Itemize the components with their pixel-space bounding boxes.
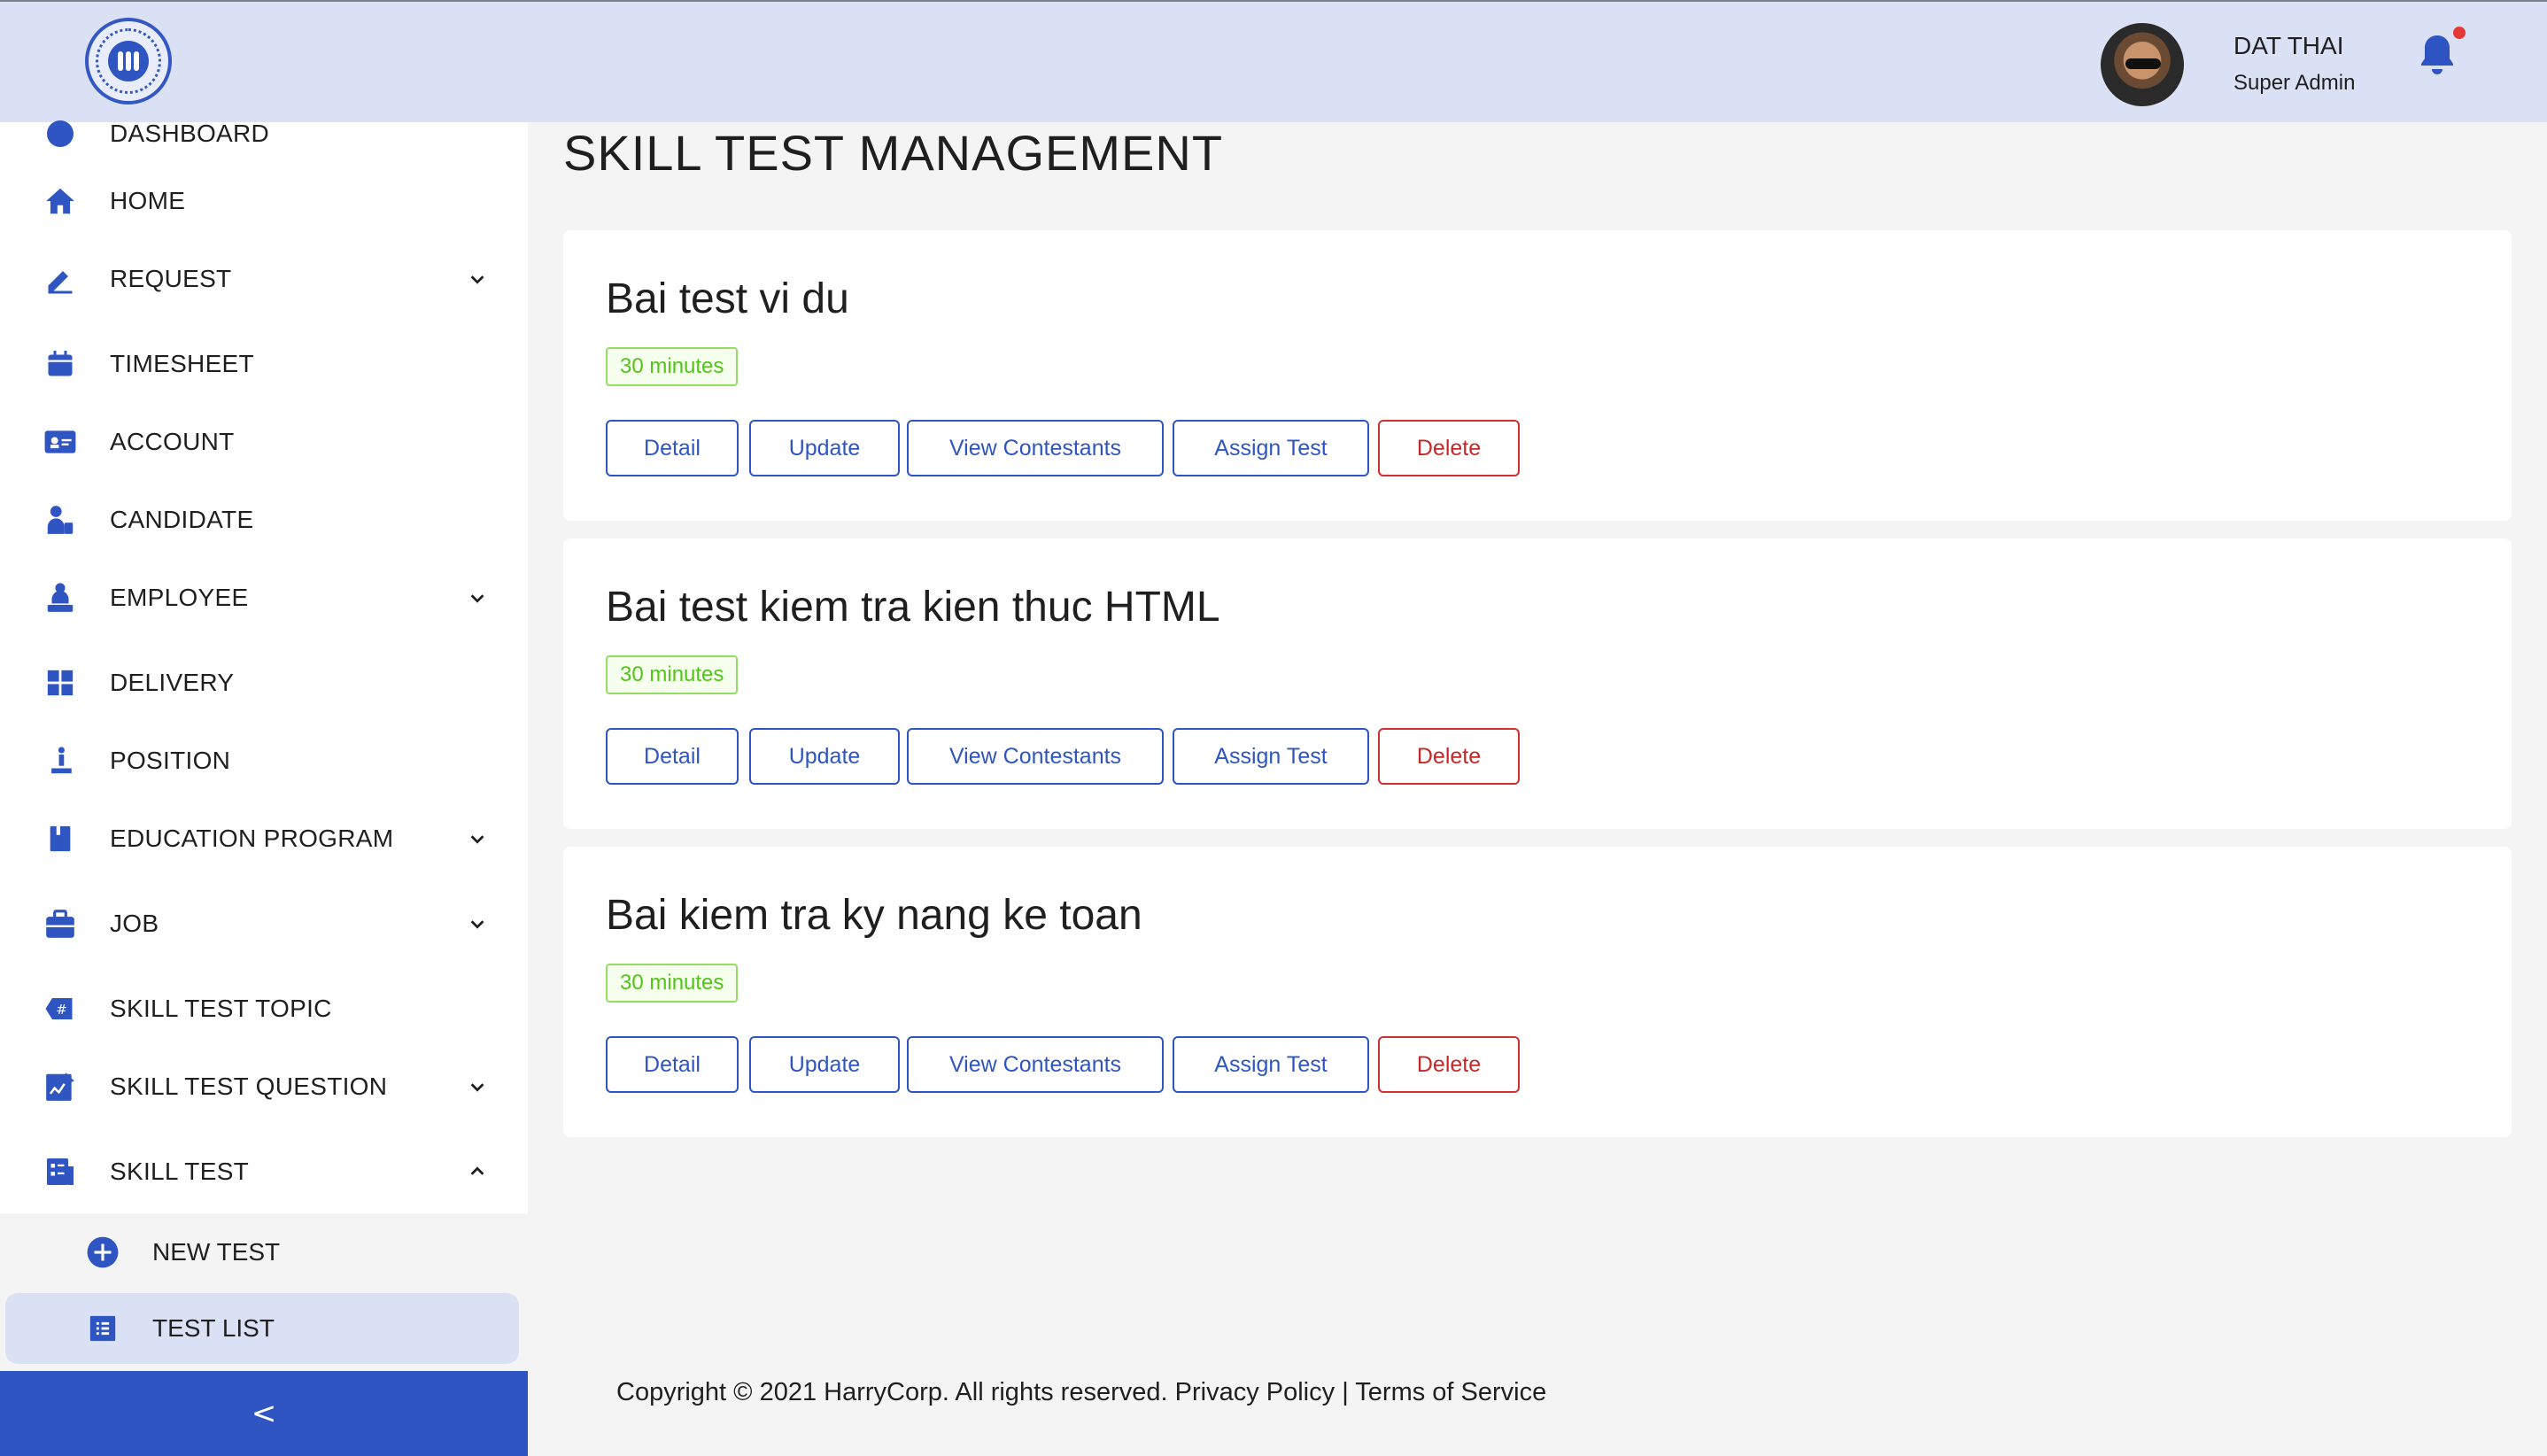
sidebar-item-skill-test-question[interactable]: SKILL TEST QUESTION [0,1056,528,1118]
notification-dot [2453,27,2466,39]
copyright-text: Copyright © 2021 HarryCorp. All rights r… [616,1378,1168,1406]
update-button[interactable]: Update [749,728,900,785]
briefcase-icon [43,906,78,941]
sidebar-item-skill-test[interactable]: SKILL TEST [0,1141,528,1203]
bell-icon[interactable] [2416,32,2458,81]
assign-test-button[interactable]: Assign Test [1173,1036,1369,1093]
employee-icon [43,580,78,616]
sidebar-item-education-program[interactable]: EDUCATION PROGRAM [0,808,528,870]
book-icon [43,821,78,856]
delete-button[interactable]: Delete [1378,420,1520,476]
sidebar-item-home[interactable]: HOME [0,170,528,232]
assign-test-button[interactable]: Assign Test [1173,728,1369,785]
logo-mark [108,41,149,81]
test-title: Bai kiem tra ky nang ke toan [606,892,1142,939]
sidebar-item-label: DELIVERY [110,669,235,696]
chevron-left-icon: < [251,1396,277,1431]
home-icon [43,183,78,219]
sidebar-item-label: SKILL TEST QUESTION [110,1073,388,1100]
user-role: Super Admin [2233,71,2356,95]
calendar-icon [43,346,78,382]
svg-text:#: # [56,1002,67,1018]
sidebar-item-label: JOB [110,910,159,937]
test-title: Bai test vi du [606,275,849,322]
duration-badge: 30 minutes [606,964,739,1003]
footer: Copyright © 2021 HarryCorp. All rights r… [616,1378,1546,1407]
detail-button[interactable]: Detail [606,1036,739,1093]
test-card: Bai test vi du 30 minutes Detail Update … [563,230,2512,521]
footer-separator: | [1342,1378,1349,1406]
id-card-icon [43,424,78,460]
sidebar-item-label: CANDIDATE [110,506,254,533]
chevron-down-icon[interactable] [464,1073,491,1100]
sidebar-item-label: ACCOUNT [110,428,235,455]
test-card: Bai test kiem tra kien thuc HTML 30 minu… [563,538,2512,829]
chevron-down-icon[interactable] [464,825,491,852]
list-icon [85,1311,120,1346]
sidebar-subitem-label: TEST LIST [152,1314,275,1342]
sidebar-collapse-button[interactable]: < [0,1371,528,1456]
sidebar-item-position[interactable]: POSITION [0,730,528,792]
sidebar-item-account[interactable]: ACCOUNT [0,411,528,473]
plus-circle-icon [85,1235,120,1270]
sidebar-item-label: EMPLOYEE [110,584,249,611]
view-contestants-button[interactable]: View Contestants [907,728,1164,785]
view-contestants-button[interactable]: View Contestants [907,1036,1164,1093]
sidebar-item-label: POSITION [110,747,231,774]
detail-button[interactable]: Detail [606,728,739,785]
assign-test-button[interactable]: Assign Test [1173,420,1369,476]
view-contestants-button[interactable]: View Contestants [907,420,1164,476]
sidebar-item-label: SKILL TEST [110,1158,250,1185]
position-icon [43,743,78,778]
sidebar-item-employee[interactable]: EMPLOYEE [0,567,528,629]
update-button[interactable]: Update [749,1036,900,1093]
company-logo[interactable] [85,18,172,105]
chevron-up-icon[interactable] [464,1158,491,1185]
sidebar-item-delivery[interactable]: DELIVERY [0,652,528,714]
terms-of-service-link[interactable]: Terms of Service [1355,1378,1546,1406]
sidebar-subitem-test-list[interactable]: TEST LIST [5,1293,519,1364]
sidebar-item-skill-test-topic[interactable]: # SKILL TEST TOPIC [0,978,528,1040]
sidebar-item-dashboard[interactable]: DASHBOARD [0,103,528,165]
sidebar-item-label: HOME [110,187,186,214]
privacy-policy-link[interactable]: Privacy Policy [1175,1378,1335,1406]
test-card: Bai kiem tra ky nang ke toan 30 minutes … [563,847,2512,1137]
duration-badge: 30 minutes [606,655,739,694]
chevron-down-icon[interactable] [464,266,491,292]
update-button[interactable]: Update [749,420,900,476]
test-title: Bai test kiem tra kien thuc HTML [606,584,1220,631]
sidebar-item-job[interactable]: JOB [0,893,528,955]
hashtag-icon: # [43,991,78,1026]
page-title: SKILL TEST MANAGEMENT [563,125,1224,181]
sidebar-item-timesheet[interactable]: TIMESHEET [0,333,528,395]
sidebar-subitem-label: NEW TEST [152,1238,281,1266]
grid-icon [43,665,78,701]
sidebar-item-label: EDUCATION PROGRAM [110,825,394,852]
user-name: DAT THAI [2233,32,2344,59]
chevron-down-icon[interactable] [464,585,491,611]
sidebar-item-label: SKILL TEST TOPIC [110,995,332,1022]
sidebar-item-candidate[interactable]: CANDIDATE [0,489,528,551]
sidebar-subitem-new-test[interactable]: NEW TEST [0,1217,528,1288]
sidebar-item-request[interactable]: REQUEST [0,248,528,310]
skill-test-submenu: NEW TEST TEST LIST [0,1213,528,1375]
detail-button[interactable]: Detail [606,420,739,476]
delete-button[interactable]: Delete [1378,728,1520,785]
sidebar-item-label: REQUEST [110,265,232,292]
sidebar-item-label: DASHBOARD [110,120,270,147]
candidate-icon [43,502,78,538]
user-avatar[interactable] [2101,23,2184,106]
question-doc-icon [43,1069,78,1104]
duration-badge: 30 minutes [606,347,739,386]
delete-button[interactable]: Delete [1378,1036,1520,1093]
chevron-down-icon[interactable] [464,910,491,937]
sidebar-item-label: TIMESHEET [110,350,254,377]
test-doc-icon [43,1154,78,1189]
dashboard-icon [43,116,78,151]
pencil-icon [43,261,78,297]
